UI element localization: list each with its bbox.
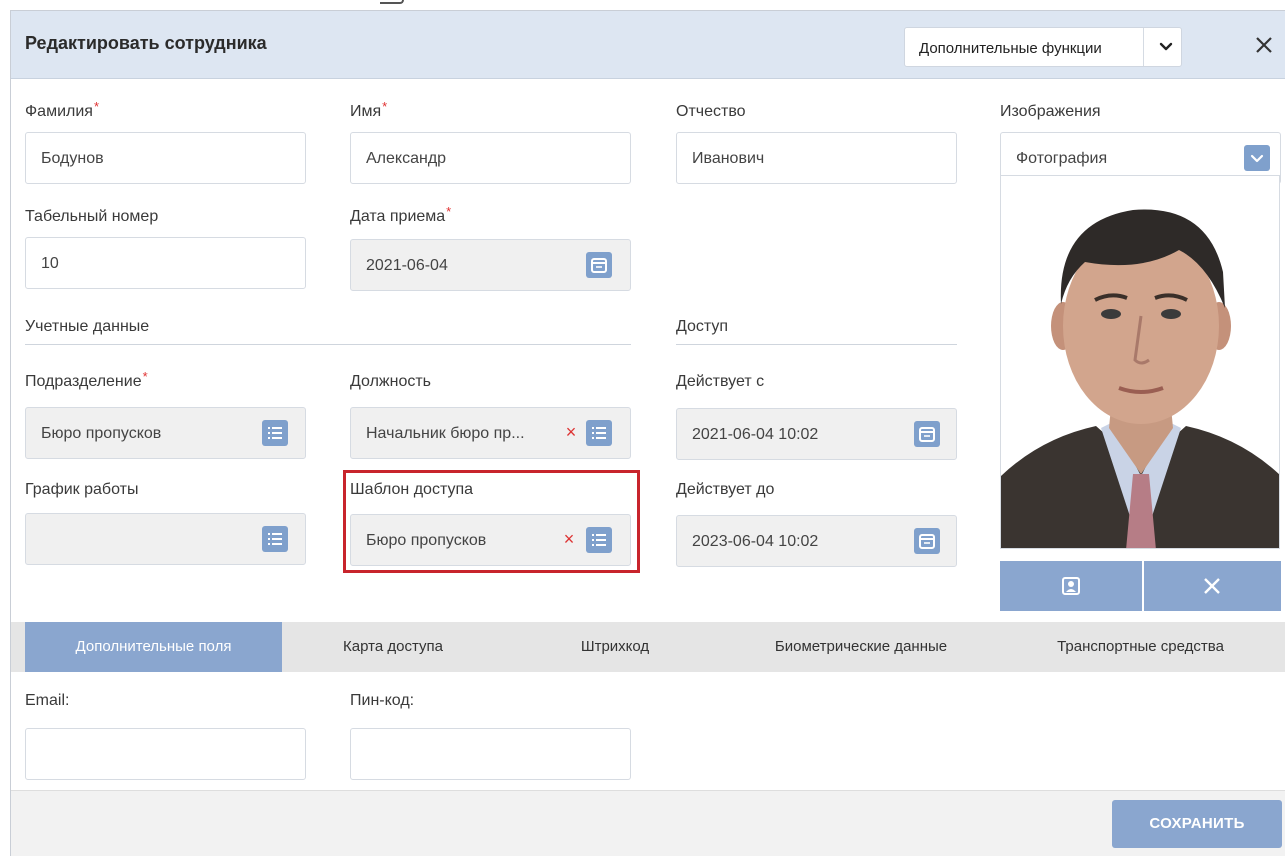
position-field[interactable]: Начальник бюро пр... × xyxy=(350,407,631,459)
hire-date-label-text: Дата приема xyxy=(350,208,446,225)
background-decoration xyxy=(380,0,404,4)
hire-date-field[interactable]: 2021-06-04 xyxy=(350,239,631,291)
tab-bar: Дополнительные поля Карта доступа Штрихк… xyxy=(11,622,1285,672)
portrait-icon xyxy=(1062,577,1080,595)
hire-date-value: 2021-06-04 xyxy=(366,257,448,274)
list-icon[interactable] xyxy=(262,420,288,446)
department-label: Подразделение* xyxy=(25,369,148,391)
list-icon[interactable] xyxy=(262,526,288,552)
valid-to-field[interactable]: 2023-06-04 10:02 xyxy=(676,515,957,567)
valid-to-label: Действует до xyxy=(676,481,775,498)
first-name-label: Имя* xyxy=(350,99,387,121)
extra-functions-dropdown[interactable]: Дополнительные функции xyxy=(904,27,1182,67)
tab-barcode[interactable]: Штрихкод xyxy=(504,622,726,672)
position-value: Начальник бюро пр... xyxy=(366,425,525,442)
chevron-down-icon[interactable] xyxy=(1156,35,1176,59)
list-icon[interactable] xyxy=(586,420,612,446)
required-mark: * xyxy=(93,99,99,114)
first-name-value: Александр xyxy=(366,150,447,167)
section-divider xyxy=(676,344,957,345)
tab-additional-fields[interactable]: Дополнительные поля xyxy=(25,622,282,672)
email-field[interactable] xyxy=(25,728,306,780)
personnel-number-field[interactable]: 10 xyxy=(25,237,306,289)
photo-actions xyxy=(1000,561,1281,611)
hire-date-label: Дата приема* xyxy=(350,204,451,226)
tab-access-card[interactable]: Карта доступа xyxy=(282,622,504,672)
last-name-label-text: Фамилия xyxy=(25,103,93,120)
section-divider xyxy=(25,344,631,345)
pin-label: Пин-код: xyxy=(350,692,415,709)
dropdown-divider xyxy=(1143,28,1144,66)
last-name-field[interactable]: Бодунов xyxy=(25,132,306,184)
upload-photo-button[interactable] xyxy=(1000,561,1142,611)
work-schedule-label: График работы xyxy=(25,481,139,498)
personnel-number-label: Табельный номер xyxy=(25,208,159,225)
images-selected-value: Фотография xyxy=(1016,150,1108,167)
required-mark: * xyxy=(142,369,148,384)
employee-photo xyxy=(1000,175,1280,549)
tab-vehicles[interactable]: Транспортные средства xyxy=(996,622,1285,672)
dialog-footer: СОХРАНИТЬ xyxy=(11,790,1285,856)
close-icon[interactable] xyxy=(1252,33,1276,57)
position-label: Должность xyxy=(350,373,431,390)
last-name-label: Фамилия* xyxy=(25,99,99,121)
employee-portrait xyxy=(1001,176,1279,548)
access-template-highlight xyxy=(343,470,640,573)
clear-icon[interactable]: × xyxy=(563,422,579,442)
background-strip xyxy=(0,0,1285,10)
personnel-number-value: 10 xyxy=(41,255,59,272)
valid-from-label: Действует с xyxy=(676,373,765,390)
dialog-title: Редактировать сотрудника xyxy=(25,33,267,53)
department-label-text: Подразделение xyxy=(25,373,142,390)
calendar-icon[interactable] xyxy=(914,421,940,447)
last-name-value: Бодунов xyxy=(41,150,104,167)
credentials-section-title: Учетные данные xyxy=(25,318,150,335)
close-icon xyxy=(1204,578,1220,594)
images-label: Изображения xyxy=(1000,103,1101,120)
tab-biometric-data[interactable]: Биометрические данные xyxy=(726,622,996,672)
save-button[interactable]: СОХРАНИТЬ xyxy=(1112,800,1282,848)
calendar-icon[interactable] xyxy=(586,252,612,278)
access-section-title: Доступ xyxy=(676,318,729,335)
first-name-field[interactable]: Александр xyxy=(350,132,631,184)
required-mark: * xyxy=(382,99,388,114)
department-value: Бюро пропусков xyxy=(41,425,162,442)
remove-photo-button[interactable] xyxy=(1144,561,1281,611)
chevron-down-icon[interactable] xyxy=(1244,145,1270,171)
required-mark: * xyxy=(446,204,452,219)
patronymic-value: Иванович xyxy=(692,150,765,167)
patronymic-field[interactable]: Иванович xyxy=(676,132,957,184)
calendar-icon[interactable] xyxy=(914,528,940,554)
valid-to-value: 2023-06-04 10:02 xyxy=(692,533,819,550)
department-field[interactable]: Бюро пропусков xyxy=(25,407,306,459)
patronymic-label: Отчество xyxy=(676,103,746,120)
extra-functions-label: Дополнительные функции xyxy=(919,40,1102,57)
valid-from-field[interactable]: 2021-06-04 10:02 xyxy=(676,408,957,460)
pin-field[interactable] xyxy=(350,728,631,780)
email-label: Email: xyxy=(25,692,70,709)
valid-from-value: 2021-06-04 10:02 xyxy=(692,426,819,443)
dialog-header: Редактировать сотрудника Дополнительные … xyxy=(11,11,1285,79)
work-schedule-field[interactable] xyxy=(25,513,306,565)
first-name-label-text: Имя xyxy=(350,103,382,120)
